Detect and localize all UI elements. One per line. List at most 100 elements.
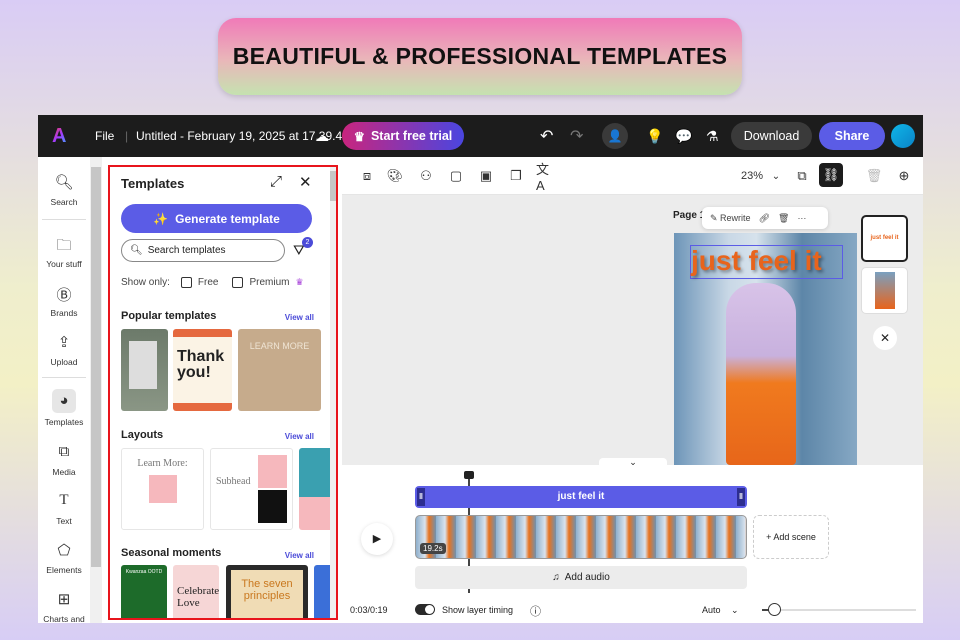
layout-thumb[interactable]: Subhead — [210, 448, 293, 530]
translate-icon[interactable]: 文A — [536, 162, 556, 193]
palette-icon[interactable]: 🎨︎ — [385, 166, 405, 186]
top-bar: A File | Untitled - February 19, 2025 at… — [38, 115, 923, 157]
crown-icon: ♛ — [295, 277, 304, 287]
template-thumb[interactable]: Thank you! — [173, 329, 232, 411]
lightbulb-icon[interactable]: 💡 — [646, 128, 663, 145]
play-button[interactable]: ▶ — [361, 523, 393, 555]
rail-label: Upload — [50, 357, 78, 367]
shape-icon[interactable]: ▢ — [446, 166, 466, 186]
text-layer-track[interactable]: just feel it ‖ ‖ — [415, 486, 747, 508]
rail-item-templates[interactable]: ◕ Templates — [38, 389, 90, 427]
rail-item-text[interactable]: T Text — [38, 492, 90, 526]
view-all-seasonal-link[interactable]: View all — [285, 551, 314, 560]
media-icon: ⧉ — [58, 443, 70, 460]
start-free-trial-button[interactable]: ♛ Start free trial — [342, 122, 464, 150]
rail-label: Search — [50, 197, 78, 207]
panel-scrollbar[interactable] — [330, 167, 336, 618]
video-scene-clip[interactable]: 19.2s — [415, 515, 747, 559]
avatar[interactable] — [891, 124, 915, 148]
promo-banner: BEAUTIFUL & PROFESSIONAL TEMPLATES — [218, 18, 742, 95]
page-thumb-2[interactable] — [861, 267, 908, 314]
templates-panel: Templates ⤢ ✕ ✨ Generate template 🔍︎ Searc… — [108, 165, 338, 620]
cloud-icon[interactable]: ☁ — [315, 128, 329, 145]
rail-item-media[interactable]: ⧉ Media — [38, 443, 90, 477]
rail-scrollbar[interactable] — [90, 157, 102, 623]
generate-template-button[interactable]: ✨ Generate template — [121, 204, 312, 233]
redo-icon[interactable]: ↷ — [570, 126, 583, 146]
template-thumb[interactable]: LEARN MORE — [238, 329, 321, 411]
adobe-express-logo[interactable]: A — [52, 125, 66, 148]
auto-dropdown[interactable]: Auto ⌄ — [702, 605, 739, 616]
rail-item-charts[interactable]: ⊞ Charts and — [38, 590, 90, 623]
view-all-layouts-link[interactable]: View all — [285, 432, 314, 441]
auto-label: Auto — [702, 605, 721, 615]
seasonal-thumb[interactable]: The seven principles — [226, 565, 308, 618]
rail-item-brands[interactable]: Ⓑ Brands — [38, 284, 90, 318]
zoom-slider[interactable] — [762, 603, 916, 616]
thumb-text: just feel it — [870, 235, 899, 241]
rewrite-label: Rewrite — [720, 212, 751, 223]
rail-label: Media — [52, 467, 76, 477]
rail-item-your-stuff[interactable]: 🗀 Your stuff — [38, 235, 90, 269]
close-icon[interactable]: ✕ — [873, 326, 897, 350]
rail-item-search[interactable]: 🔍︎ Search — [38, 173, 90, 207]
rail-item-elements[interactable]: ⬠ Elements — [38, 541, 90, 575]
trash-icon[interactable]: 🗑︎ — [864, 166, 884, 186]
search-placeholder: Search templates — [147, 245, 226, 256]
headline-text[interactable]: just feel it — [690, 245, 843, 279]
add-audio-button[interactable]: ♫ Add audio — [415, 566, 747, 589]
show-layer-timing-toggle[interactable] — [415, 604, 435, 615]
search-templates-input[interactable]: 🔍︎ Search templates — [121, 239, 285, 262]
seasonal-thumb[interactable]: Kwanzaa OOTD — [121, 565, 167, 618]
resize-icon[interactable]: ⧈ — [357, 166, 377, 186]
popular-templates-heading: Popular templates — [121, 310, 217, 322]
share-label: Share — [834, 129, 870, 143]
folder-icon: 🗀 — [56, 237, 72, 254]
trash-icon[interactable]: 🗑︎ — [778, 213, 789, 224]
download-label: Download — [743, 129, 800, 143]
invite-icon[interactable]: 👤 — [602, 123, 628, 149]
chevron-down-icon[interactable]: ⌄ — [766, 166, 786, 186]
close-icon[interactable]: ✕ — [299, 173, 312, 191]
thumb-text: LEARN MORE — [249, 341, 310, 351]
page-canvas[interactable]: just feel it — [674, 233, 857, 465]
animate-icon[interactable]: ⚇ — [416, 166, 436, 186]
layout-thumb[interactable]: Learn More: — [121, 448, 204, 530]
seasonal-thumb[interactable]: Celebrate Love — [173, 565, 219, 618]
frame-icon[interactable]: ▣ — [476, 166, 496, 186]
search-icon: 🔍︎ — [54, 174, 74, 191]
template-thumb[interactable] — [121, 329, 168, 411]
premium-label: Premium — [249, 277, 290, 288]
thumb-text: Subhead — [216, 476, 251, 487]
free-checkbox[interactable] — [180, 277, 192, 288]
undo-icon[interactable]: ↶ — [540, 126, 553, 146]
rewrite-button[interactable]: ✎ Rewrite — [710, 213, 751, 224]
more-icon[interactable]: ··· — [797, 213, 806, 223]
page-thumb-1[interactable]: just feel it — [861, 215, 908, 262]
premium-checkbox[interactable] — [232, 277, 244, 288]
seasonal-heading: Seasonal moments — [121, 547, 222, 559]
info-icon[interactable]: ⓘ — [530, 603, 541, 619]
zoom-level[interactable]: 23% — [735, 166, 769, 186]
rail-item-upload[interactable]: ⇪ Upload — [38, 333, 90, 367]
text-icon: T — [59, 492, 69, 508]
trim-handle-right[interactable]: ‖ — [737, 488, 745, 506]
time-readout: 0:03/0:19 — [350, 605, 388, 615]
slider-thumb[interactable] — [768, 603, 781, 616]
download-button[interactable]: Download — [731, 122, 812, 150]
layers-icon[interactable]: ❐ — [506, 166, 526, 186]
comment-icon[interactable]: 💬 — [675, 128, 692, 145]
link-icon[interactable]: 🔗︎ — [759, 213, 770, 224]
banner-title: BEAUTIFUL & PROFESSIONAL TEMPLATES — [232, 43, 728, 69]
expand-icon[interactable]: ⤢ — [270, 173, 282, 190]
trim-handle-left[interactable]: ‖ — [417, 488, 425, 506]
add-scene-button[interactable]: + Add scene — [753, 515, 829, 559]
thumb-text: Learn More: — [137, 458, 188, 469]
file-menu[interactable]: File — [95, 129, 114, 143]
view-all-popular-link[interactable]: View all — [285, 313, 314, 322]
timeline-icon[interactable]: ⛓ — [819, 163, 843, 187]
share-button[interactable]: Share — [819, 122, 885, 150]
flask-icon[interactable]: ⚗ — [706, 128, 719, 145]
pages-icon[interactable]: ⧉ — [792, 166, 812, 186]
add-icon[interactable]: ⊕ — [894, 166, 914, 186]
